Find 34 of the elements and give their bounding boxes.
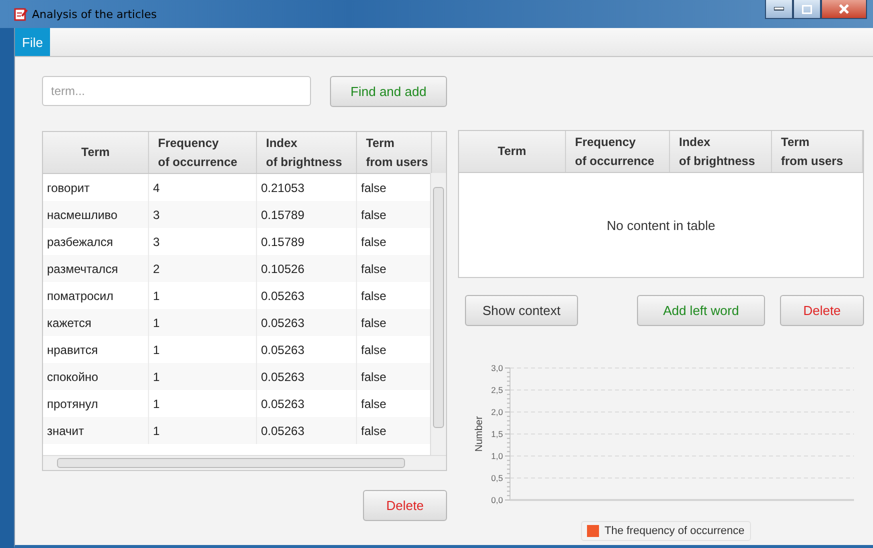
legend-label: The frequency of occurrence — [604, 525, 745, 537]
column-header[interactable]: Term from users — [357, 132, 432, 173]
axis-tick-label: 2,0 — [491, 407, 503, 417]
minimize-button[interactable] — [765, 0, 793, 19]
column-header[interactable]: Index of brightness — [257, 132, 357, 173]
notepad-pencil-icon — [14, 7, 28, 21]
search-field[interactable]: term... — [42, 76, 311, 106]
add-button[interactable]: Add left word — [637, 295, 765, 326]
window-title: Analysis of the articles — [32, 8, 157, 20]
find-and-add-button[interactable]: Find and add — [330, 76, 447, 107]
column-header[interactable]: Term — [43, 132, 149, 173]
axis-tick-label: 1,0 — [491, 451, 503, 461]
column-header[interactable]: Term from users — [772, 131, 863, 172]
maximize-icon — [802, 4, 812, 14]
column-header[interactable]: Index of brightness — [670, 131, 772, 172]
delete-button[interactable]: Delete — [363, 490, 447, 521]
delete-button[interactable]: Delete — [780, 295, 864, 326]
empty-table-message: No content in table — [606, 216, 716, 234]
minimize-icon — [774, 7, 784, 11]
context-button[interactable]: Show context — [465, 295, 578, 326]
axis-tick-label: 1,5 — [491, 429, 503, 439]
column-header[interactable]: Frequency of occurrence — [149, 132, 257, 173]
axis-tick-label: 3,0 — [491, 363, 503, 373]
vertical-scrollbar[interactable] — [430, 173, 446, 456]
axis-tick-label: 2,5 — [491, 385, 503, 395]
close-icon — [839, 4, 849, 14]
axis-title: Number — [474, 416, 485, 452]
column-header[interactable]: Term — [459, 131, 566, 172]
horizontal-scrollbar[interactable] — [43, 455, 446, 470]
maximize-button[interactable] — [793, 0, 821, 19]
close-button[interactable] — [821, 0, 867, 19]
axis-tick-label: 0,5 — [491, 473, 503, 483]
column-header[interactable]: Frequency of occurrence — [566, 131, 670, 172]
axis-tick-label: 0,0 — [491, 495, 503, 505]
